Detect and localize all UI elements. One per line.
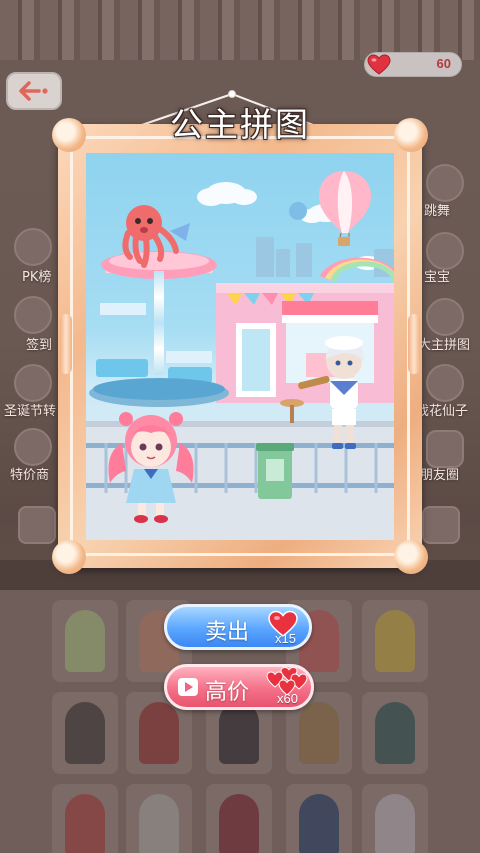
wardrobe-item <box>206 784 272 853</box>
carousel <box>89 251 229 407</box>
bg-menu-puzzle: 大主拼图 <box>418 338 471 353</box>
bg-menu-baby: 宝宝 <box>424 270 451 285</box>
wardrobe-item <box>286 784 352 853</box>
sell-cost: x15 <box>275 631 296 646</box>
shop-icon <box>14 428 52 466</box>
dance-icon <box>426 164 464 202</box>
bg-menu-fairy: 戏花仙子 <box>416 404 469 419</box>
camera-icon <box>422 506 460 544</box>
premium-sell-button[interactable]: 高价 x60 <box>164 664 314 710</box>
wardrobe-item <box>362 692 428 774</box>
bg-menu-checkin: 签到 <box>26 338 53 353</box>
trash-can <box>256 443 294 499</box>
fairy-icon <box>426 364 464 402</box>
baby-icon <box>426 232 464 270</box>
bg-menu-christmas: 圣诞节转 <box>4 404 57 419</box>
frame-ornament <box>52 540 86 574</box>
premium-button-label: 高价 <box>205 680 250 705</box>
instagram-icon <box>426 430 464 468</box>
puzzle-picture[interactable] <box>86 153 394 540</box>
collapse-icon <box>18 506 56 544</box>
pk-rank-icon <box>14 228 52 266</box>
frame-ornament <box>408 314 420 374</box>
wardrobe-item <box>52 600 118 682</box>
sell-button[interactable]: 卖出 x15 <box>164 604 312 650</box>
background-shelf <box>0 0 480 60</box>
bg-menu-shop: 特价商 <box>10 468 50 483</box>
hot-air-balloon <box>318 171 371 246</box>
hearts-count: 60 <box>436 56 451 71</box>
puzzle-icon <box>426 298 464 336</box>
puzzle-title: 公主拼图 <box>170 105 310 144</box>
sell-button-label: 卖出 <box>205 620 250 645</box>
wardrobe-item <box>126 784 192 853</box>
checkin-icon <box>14 296 52 334</box>
wardrobe-item <box>52 784 118 853</box>
wardrobe-item <box>362 784 428 853</box>
bg-menu-moments: 朋友圈 <box>420 468 460 483</box>
amusement-park-scene <box>86 171 394 540</box>
heart-icon <box>367 54 391 75</box>
hearts-counter: 60 <box>364 52 462 77</box>
video-play-icon <box>178 678 198 696</box>
bg-menu-pk: PK榜 <box>22 270 52 285</box>
wardrobe-item <box>52 692 118 774</box>
frame-ornament <box>60 314 72 374</box>
bg-menu-dance: 跳舞 <box>424 204 451 219</box>
wardrobe-item <box>362 600 428 682</box>
christmas-wheel-icon <box>14 364 52 402</box>
frame-ornament <box>394 540 428 574</box>
premium-cost: x60 <box>277 691 298 706</box>
